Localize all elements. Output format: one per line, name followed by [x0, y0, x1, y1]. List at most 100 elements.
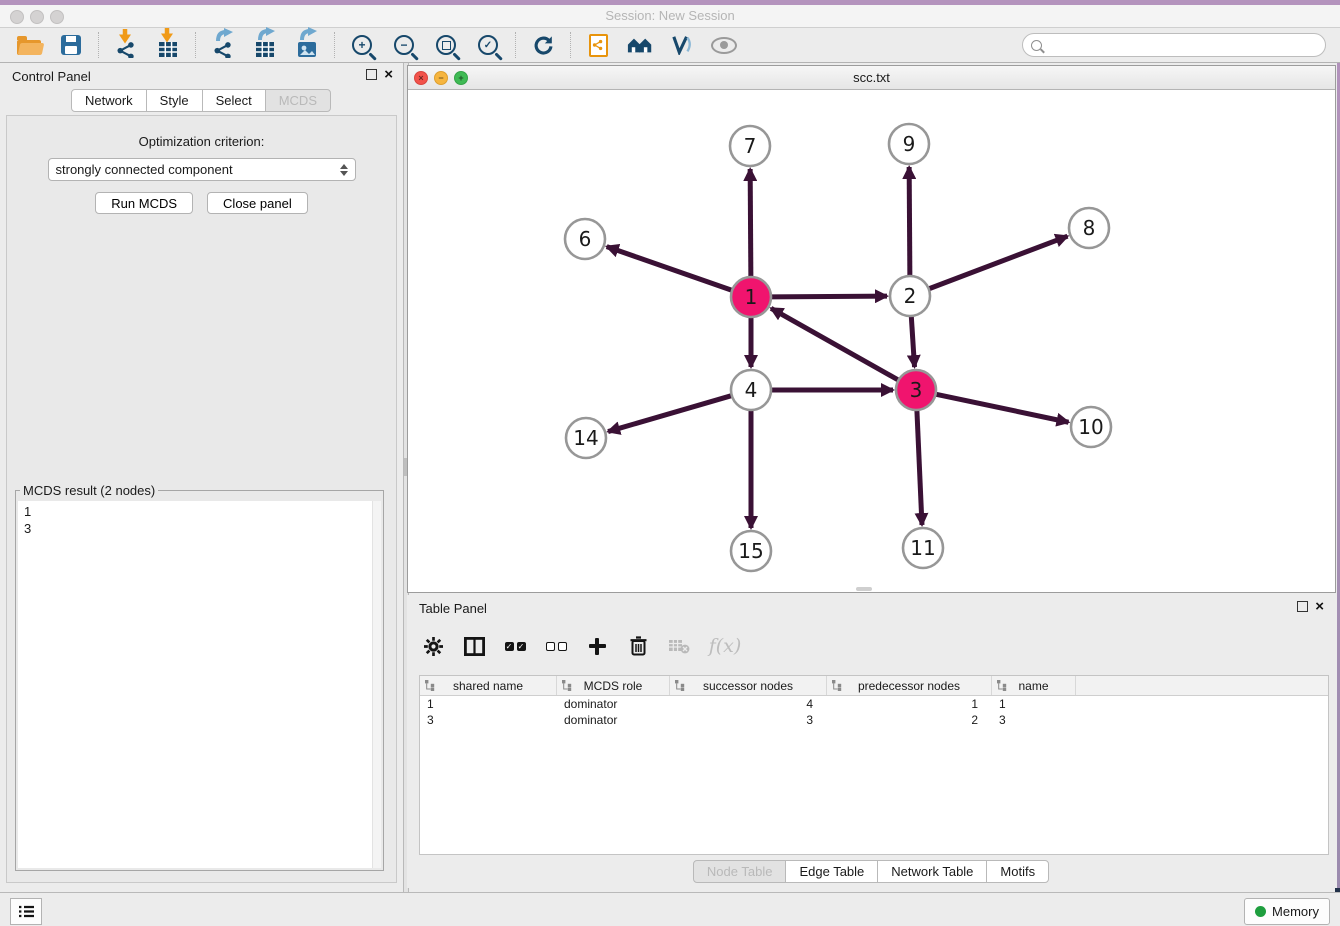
edge-4-14[interactable] [608, 396, 732, 432]
select-stepper-icon [340, 164, 348, 176]
memory-button[interactable]: Memory [1244, 898, 1330, 925]
float-panel-icon[interactable] [366, 69, 377, 80]
zoom-in-icon[interactable]: + [341, 30, 383, 60]
mcds-panel: Optimization criterion: strongly connect… [6, 115, 397, 883]
edge-3-1[interactable] [771, 308, 899, 380]
table-panel: Table Panel × ✓✓ f(x) shared nam [407, 595, 1336, 888]
edge-2-9[interactable] [909, 167, 910, 276]
column-header-shared-name[interactable]: shared name [420, 676, 557, 695]
open-session-icon[interactable] [8, 30, 50, 60]
run-mcds-button[interactable]: Run MCDS [95, 192, 193, 214]
edge-3-10[interactable] [936, 394, 1069, 422]
export-network-icon[interactable] [202, 30, 244, 60]
node-label-15: 15 [738, 539, 763, 563]
network-document-icon[interactable] [577, 30, 619, 60]
vizmapper-icon[interactable] [661, 30, 703, 60]
tab-mcds[interactable]: MCDS [265, 89, 331, 112]
search-box[interactable] [1022, 33, 1326, 57]
save-session-icon[interactable] [50, 30, 92, 60]
column-header-name[interactable]: name [992, 676, 1076, 695]
unselect-all-columns-icon[interactable] [544, 633, 568, 659]
network-title: scc.txt [408, 66, 1335, 89]
edge-1-6[interactable] [607, 247, 732, 291]
cell: 1 [992, 697, 1076, 711]
criterion-select[interactable]: strongly connected component [48, 158, 356, 181]
close-panel-button[interactable]: Close panel [207, 192, 308, 214]
table-panel-title: Table Panel [419, 601, 487, 616]
table-float-icon[interactable] [1297, 601, 1308, 612]
node-label-3: 3 [910, 378, 923, 402]
tab-node-table[interactable]: Node Table [693, 860, 787, 883]
table-row[interactable]: 3dominator323 [420, 712, 1328, 728]
edge-1-2[interactable] [771, 296, 887, 297]
toolbar-separator [334, 32, 335, 58]
optimization-criterion-label: Optimization criterion: [7, 134, 396, 149]
search-icon [1031, 40, 1042, 51]
window-titlebar: Session: New Session [0, 5, 1340, 28]
toolbar-separator [570, 32, 571, 58]
mcds-result-text[interactable]: 1 3 [18, 501, 381, 868]
cell: 3 [670, 713, 827, 727]
control-panel-tabs: NetworkStyleSelectMCDS [0, 89, 403, 112]
zoom-out-icon[interactable]: − [383, 30, 425, 60]
node-label-11: 11 [910, 536, 935, 560]
edge-1-7[interactable] [750, 169, 751, 277]
zoom-fit-icon[interactable] [425, 30, 467, 60]
delete-column-icon[interactable] [626, 633, 650, 659]
cell: 1 [420, 697, 557, 711]
table-row[interactable]: 1dominator411 [420, 696, 1328, 712]
column-header-successor-nodes[interactable]: successor nodes [670, 676, 827, 695]
show-columns-icon[interactable] [462, 633, 486, 659]
memory-status-icon [1255, 906, 1266, 917]
import-network-icon[interactable] [105, 30, 147, 60]
edge-3-11[interactable] [917, 410, 922, 525]
edge-2-3[interactable] [911, 316, 914, 367]
column-header-MCDS-role[interactable]: MCDS role [557, 676, 670, 695]
control-panel: Control Panel × NetworkStyleSelectMCDS O… [0, 63, 403, 892]
network-window-titlebar: × − + scc.txt [408, 66, 1335, 90]
export-table-icon[interactable] [244, 30, 286, 60]
export-image-icon[interactable] [286, 30, 328, 60]
add-column-icon[interactable] [585, 633, 609, 659]
toolbar-separator [515, 32, 516, 58]
zoom-selected-icon[interactable]: ✓ [467, 30, 509, 60]
node-label-1: 1 [745, 285, 758, 309]
tab-style[interactable]: Style [146, 89, 203, 112]
import-table-icon[interactable] [147, 30, 189, 60]
edge-2-8[interactable] [929, 236, 1068, 289]
criterion-value: strongly connected component [56, 162, 233, 177]
memory-label: Memory [1272, 904, 1319, 919]
network-canvas[interactable]: 7968124314101511 [408, 89, 1335, 592]
node-table: shared nameMCDS rolesuccessor nodesprede… [419, 675, 1329, 855]
mcds-result-title: MCDS result (2 nodes) [20, 483, 158, 498]
status-bar: Memory [0, 892, 1340, 926]
task-history-button[interactable] [10, 898, 42, 925]
node-label-8: 8 [1083, 216, 1096, 240]
toolbar-separator [195, 32, 196, 58]
column-header-predecessor-nodes[interactable]: predecessor nodes [827, 676, 992, 695]
show-hide-eye-icon[interactable] [703, 30, 745, 60]
search-input[interactable] [1048, 37, 1317, 53]
close-panel-icon[interactable]: × [384, 69, 393, 80]
toolbar-separator [98, 32, 99, 58]
refresh-view-icon[interactable] [522, 30, 564, 60]
tab-motifs[interactable]: Motifs [986, 860, 1049, 883]
main-toolbar: + − ✓ [0, 28, 1340, 63]
tab-edge-table[interactable]: Edge Table [785, 860, 878, 883]
canvas-scroll-nub[interactable] [856, 587, 872, 591]
table-close-icon[interactable]: × [1315, 601, 1324, 612]
cell: dominator [557, 697, 670, 711]
network-window: × − + scc.txt 7968124314101511 [407, 65, 1336, 593]
cell: dominator [557, 713, 670, 727]
result-scrollbar[interactable] [372, 501, 381, 868]
delete-table-icon [667, 633, 691, 659]
select-all-columns-icon[interactable]: ✓✓ [503, 633, 527, 659]
node-label-6: 6 [579, 227, 592, 251]
settings-gear-icon[interactable] [421, 633, 445, 659]
window-title: Session: New Session [0, 5, 1340, 27]
node-label-10: 10 [1078, 415, 1103, 439]
home-overview-icon[interactable] [619, 30, 661, 60]
tab-network-table[interactable]: Network Table [877, 860, 987, 883]
tab-network[interactable]: Network [71, 89, 147, 112]
tab-select[interactable]: Select [202, 89, 266, 112]
